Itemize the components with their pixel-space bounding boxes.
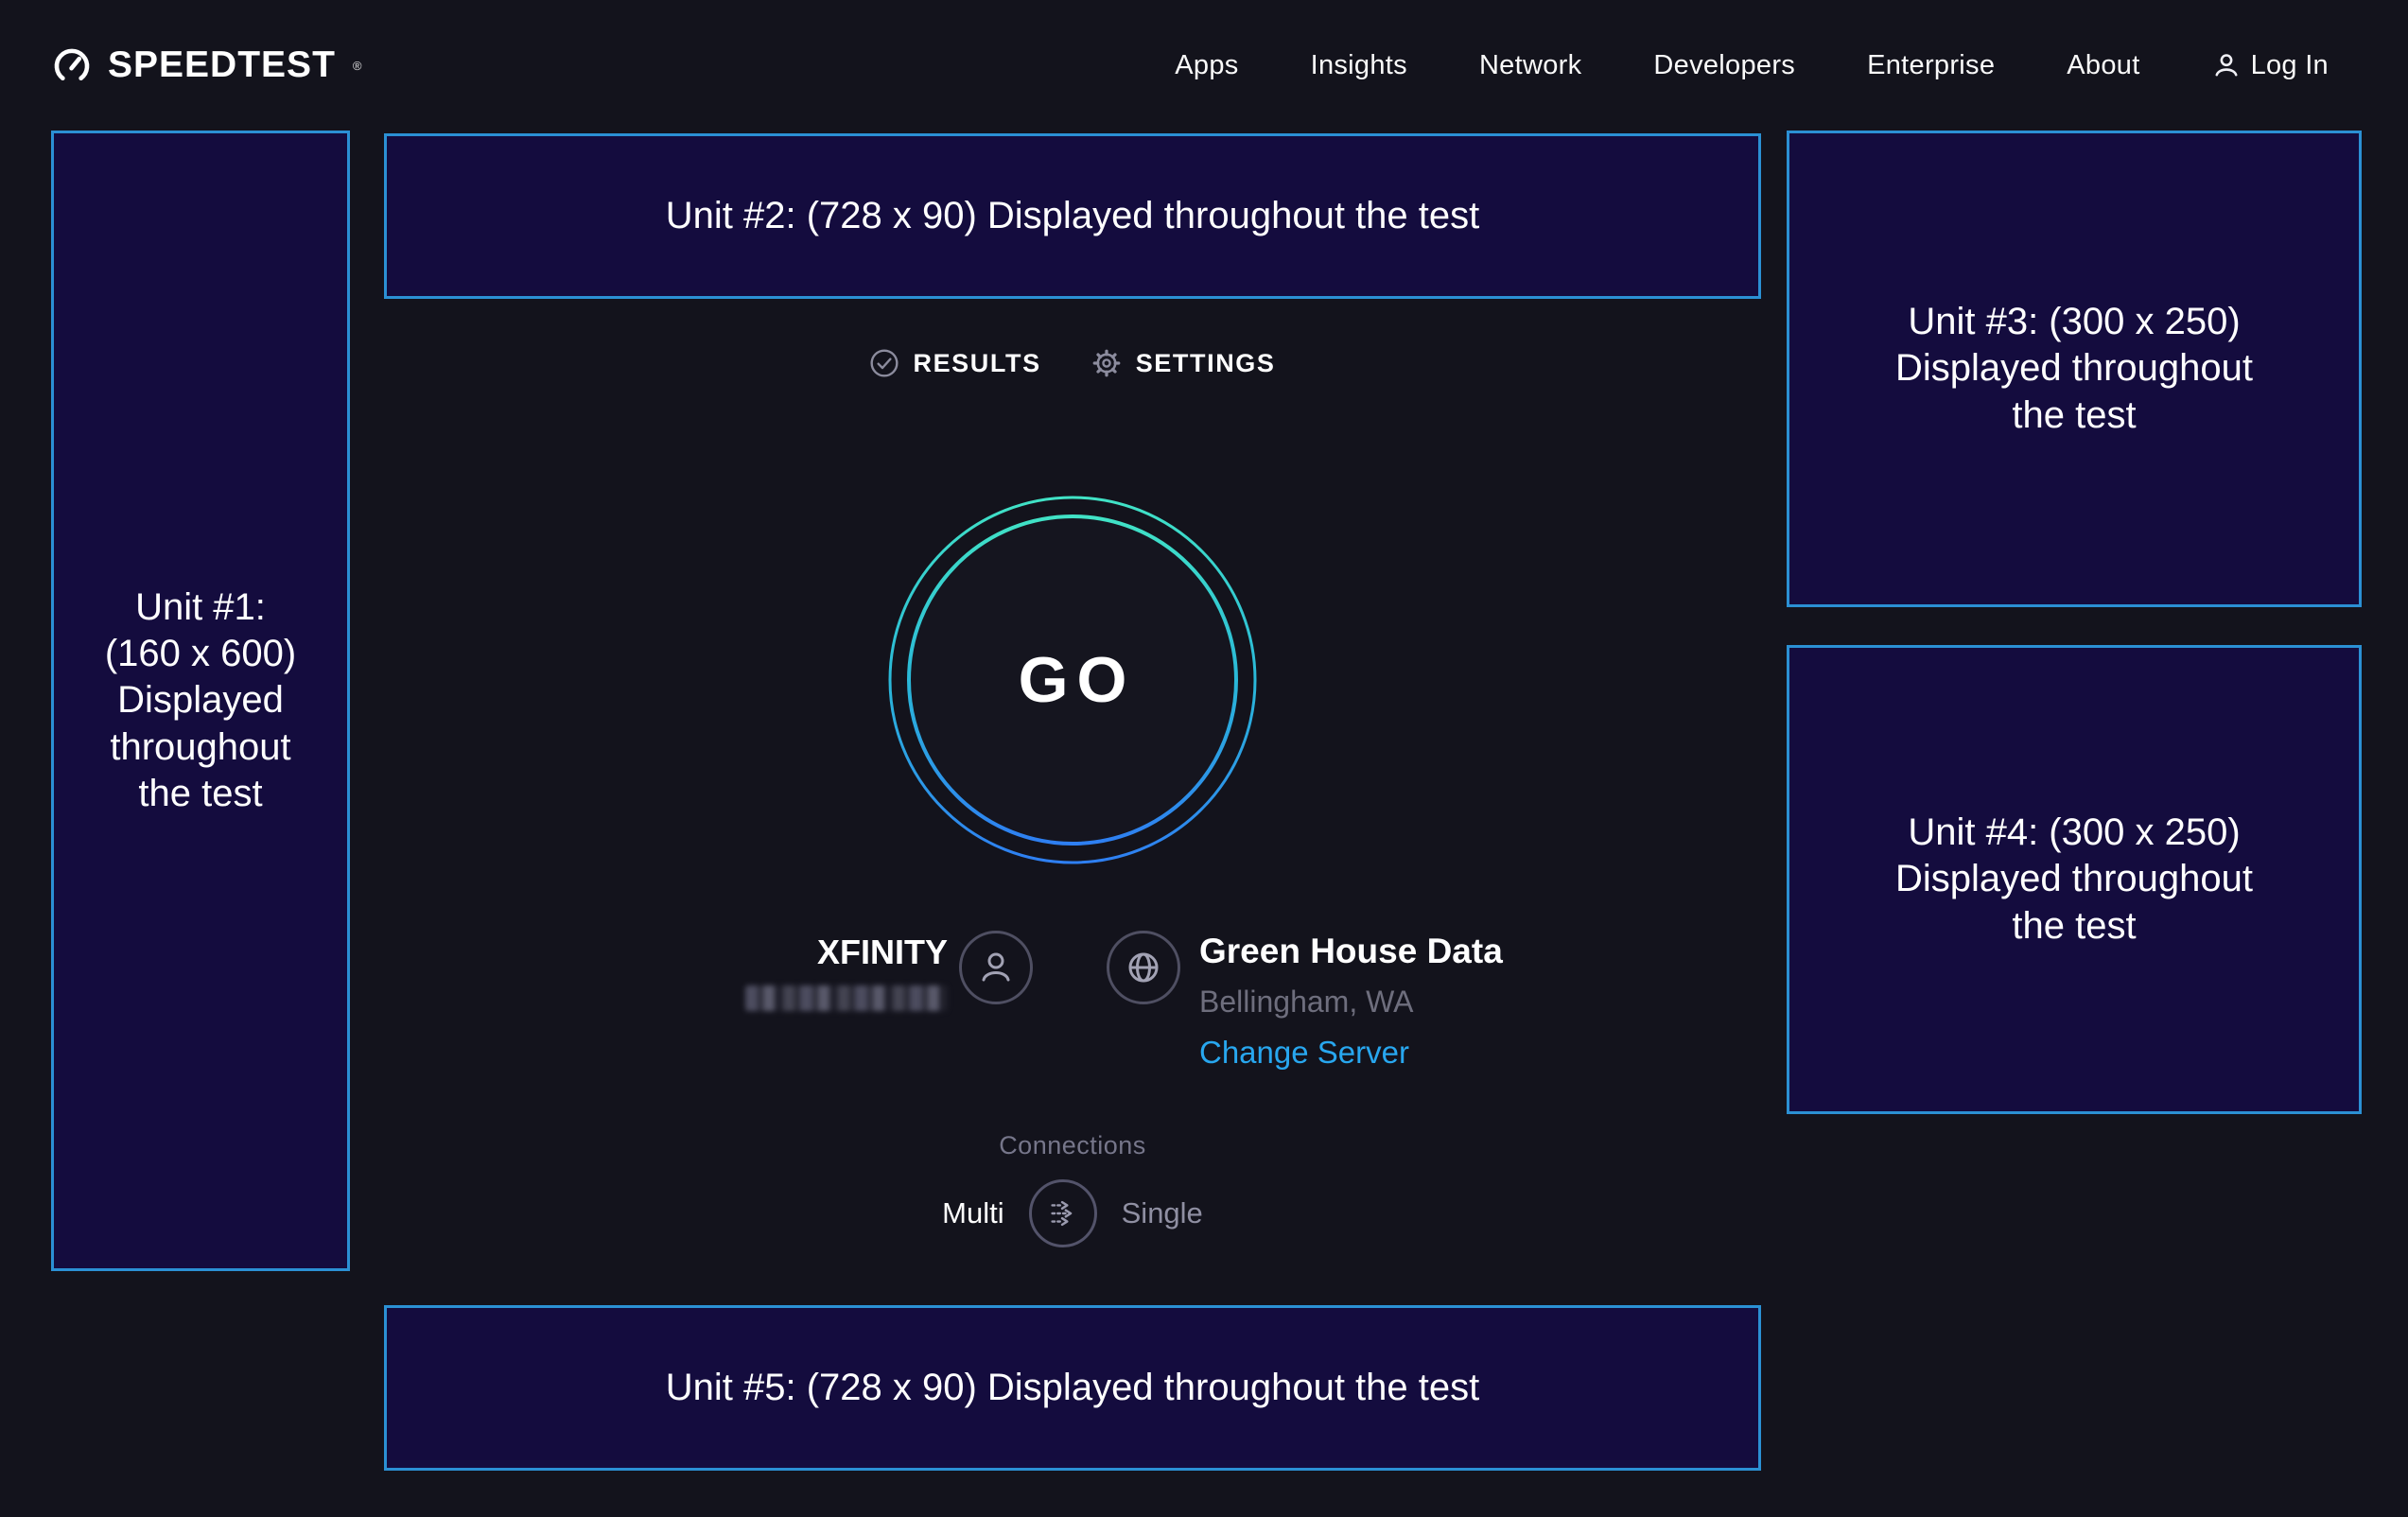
ad-unit-3-rectangle[interactable]: Unit #3: (300 x 250) Displayed throughou… [1787, 131, 2362, 607]
login-button[interactable]: Log In [2212, 50, 2329, 81]
nav-item-network[interactable]: Network [1479, 50, 1581, 81]
connections-label: Connections [384, 1131, 1761, 1160]
isp-name: XFINITY [605, 934, 948, 970]
tab-results[interactable]: RESULTS [869, 348, 1040, 378]
isp-ip-redacted [745, 985, 948, 1011]
top-nav-bar: SPEEDTEST ® Apps Insights Network Develo… [0, 0, 2408, 131]
isp-person-icon [959, 931, 1033, 1004]
go-button-label: GO [887, 495, 1258, 865]
connections-multi-option[interactable]: Multi [942, 1196, 1003, 1230]
ad-unit-4-rectangle[interactable]: Unit #4: (300 x 250) Displayed throughou… [1787, 645, 2362, 1114]
tab-settings[interactable]: SETTINGS [1091, 347, 1276, 379]
tab-settings-label: SETTINGS [1136, 349, 1276, 378]
brand-name: SPEEDTEST [108, 44, 336, 86]
go-button[interactable]: GO [887, 495, 1258, 865]
gear-icon [1091, 347, 1123, 379]
server-info: Green House Data Bellingham, WA Change S… [1199, 932, 1503, 1070]
results-settings-tabs: RESULTS SETTINGS [384, 337, 1761, 390]
server-globe-icon [1107, 931, 1180, 1004]
connections-single-option[interactable]: Single [1122, 1196, 1203, 1230]
nav-item-developers[interactable]: Developers [1653, 50, 1795, 81]
main-nav: Apps Insights Network Developers Enterpr… [1175, 50, 2329, 81]
ad-unit-1-skyscraper[interactable]: Unit #1: (160 x 600) Displayed throughou… [51, 131, 350, 1271]
isp-info: XFINITY [605, 934, 948, 1011]
multi-arrows-icon [1045, 1195, 1081, 1231]
nav-item-insights[interactable]: Insights [1311, 50, 1407, 81]
check-circle-icon [869, 348, 899, 378]
nav-item-about[interactable]: About [2067, 50, 2139, 81]
login-label: Log In [2251, 50, 2329, 81]
ad-unit-2-top-banner[interactable]: Unit #2: (728 x 90) Displayed throughout… [384, 133, 1761, 299]
speedtest-logo[interactable]: SPEEDTEST ® [51, 44, 361, 86]
ad-unit-5-bottom-banner[interactable]: Unit #5: (728 x 90) Displayed throughout… [384, 1305, 1761, 1471]
change-server-link[interactable]: Change Server [1199, 1036, 1503, 1070]
connections-toggle-button[interactable] [1029, 1179, 1097, 1247]
person-icon [2212, 51, 2241, 79]
nav-item-enterprise[interactable]: Enterprise [1867, 50, 1995, 81]
server-location: Bellingham, WA [1199, 985, 1503, 1019]
server-name: Green House Data [1199, 932, 1503, 971]
nav-item-apps[interactable]: Apps [1175, 50, 1238, 81]
speedometer-icon [51, 44, 93, 86]
brand-trademark: ® [353, 59, 362, 73]
tab-results-label: RESULTS [913, 349, 1040, 378]
connections-toggle-row: Multi Single [384, 1177, 1761, 1249]
